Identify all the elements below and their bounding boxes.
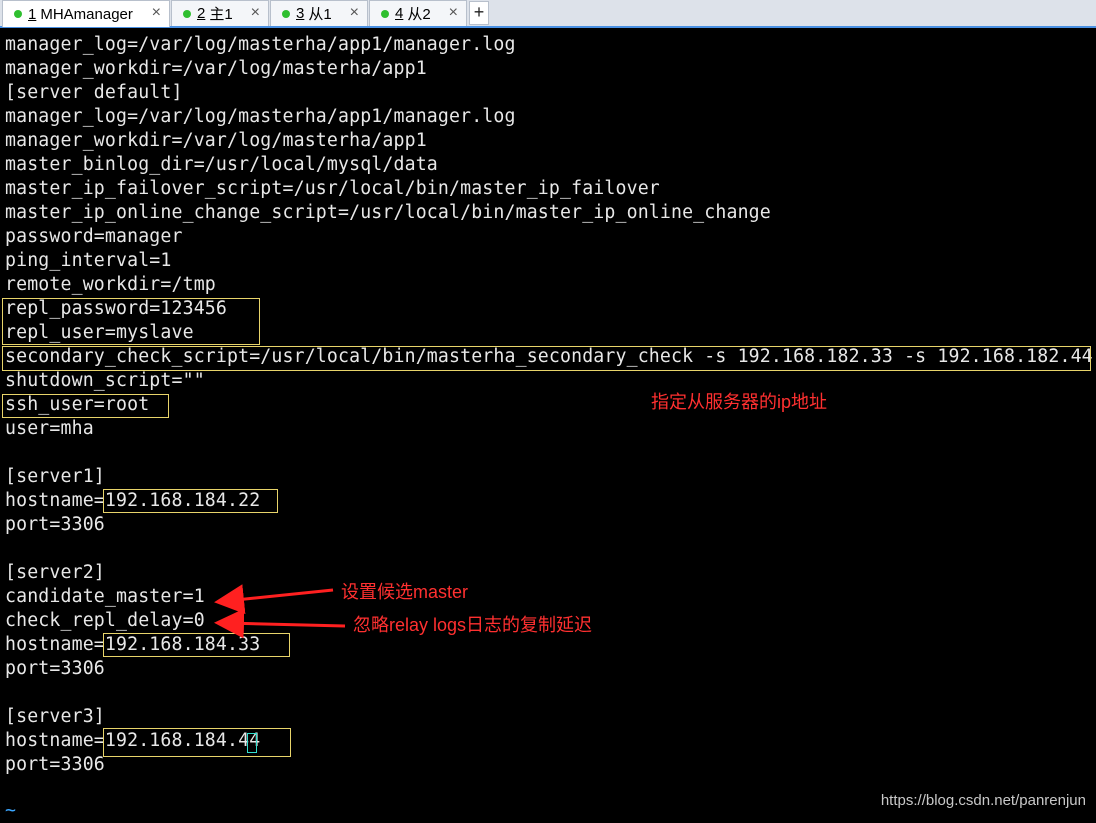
watermark: https://blog.csdn.net/panrenjun [880,792,1086,809]
arrow-to-check-repl-delay [214,608,346,639]
annotation-arrows [214,584,346,639]
arrow-to-candidate-master [214,584,334,615]
